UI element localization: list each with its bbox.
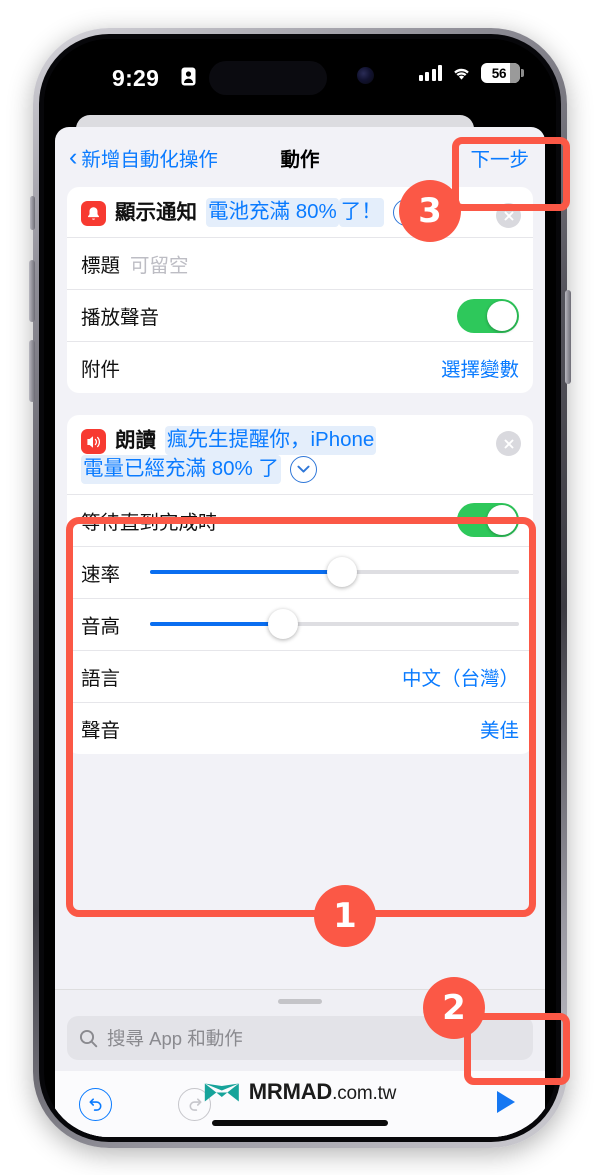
status-time: 9:29 xyxy=(112,65,160,91)
annotation-box-next-button xyxy=(452,137,570,211)
text-token[interactable]: 電池充滿 80% xyxy=(206,198,339,227)
battery-percent: 56 xyxy=(491,65,507,81)
home-indicator[interactable] xyxy=(212,1120,388,1126)
status-bar: 9:29 56 xyxy=(44,39,556,117)
search-placeholder: 搜尋 App 和動作 xyxy=(107,1028,243,1049)
watermark-text: MRMAD.com.tw xyxy=(248,1079,397,1105)
battery-indicator: 56 xyxy=(481,63,524,83)
annotation-badge-2: 2 xyxy=(423,977,485,1039)
cellular-signal-icon xyxy=(418,65,442,81)
chevron-down-icon[interactable] xyxy=(289,456,317,484)
row-play-sound[interactable]: 播放聲音 xyxy=(67,289,533,341)
watermark-domain: .com.tw xyxy=(332,1083,397,1104)
action-name: 顯示通知 xyxy=(115,201,197,224)
play-icon[interactable] xyxy=(489,1087,521,1122)
row-label: 播放聲音 xyxy=(81,307,160,330)
text-token[interactable]: 電量已經充滿 80% 了 xyxy=(81,455,281,484)
undo-icon[interactable] xyxy=(79,1087,112,1121)
page-title: 動作 xyxy=(280,148,320,171)
watermark: MRMAD.com.tw xyxy=(204,1079,396,1105)
annotation-badge-1: 1 xyxy=(314,885,376,947)
close-icon[interactable] xyxy=(496,431,521,457)
action-name: 朗讀 xyxy=(115,429,156,453)
search-icon xyxy=(79,1029,98,1047)
play-sound-toggle[interactable] xyxy=(457,298,519,333)
row-label: 標題 xyxy=(81,255,121,278)
wifi-icon xyxy=(454,68,469,80)
annotation-badge-3: 3 xyxy=(399,180,461,242)
row-label: 附件 xyxy=(81,359,121,382)
power-button[interactable] xyxy=(565,290,571,384)
chevron-left-icon: ‹ xyxy=(69,142,78,171)
back-button[interactable]: ‹ 新增自動化操作 xyxy=(69,143,218,172)
dynamic-island xyxy=(209,61,327,95)
notification-bell-icon xyxy=(81,201,106,227)
row-title[interactable]: 標題 可留空 xyxy=(67,237,533,289)
watermark-brand: MRMAD xyxy=(248,1079,333,1104)
show-notification-card[interactable]: 顯示通知 電池充滿 80% 了！ 標題 可留空 播放聲音 附件 選擇變數 xyxy=(67,187,533,394)
text-token[interactable]: 了！ xyxy=(338,198,384,227)
text-token[interactable]: 瘋先生提醒你，iPhone xyxy=(165,426,377,455)
status-indicators: 56 xyxy=(418,63,524,83)
speaker-wave-icon xyxy=(81,429,106,455)
volume-up-button[interactable] xyxy=(29,260,35,322)
front-camera-icon xyxy=(357,67,374,84)
row-attachment[interactable]: 附件 選擇變數 xyxy=(67,341,533,393)
drag-handle[interactable] xyxy=(278,999,322,1004)
select-variable-button[interactable]: 選擇變數 xyxy=(441,353,519,382)
person-lock-icon xyxy=(181,67,196,86)
volume-down-button[interactable] xyxy=(29,340,35,402)
mute-switch[interactable] xyxy=(30,196,35,230)
card-header: 朗讀 瘋先生提醒你，iPhone 電量已經充滿 80% 了 xyxy=(67,415,533,494)
back-button-label: 新增自動化操作 xyxy=(81,148,218,171)
title-input-placeholder[interactable]: 可留空 xyxy=(130,249,189,278)
annotation-box-speak-card xyxy=(66,517,536,917)
mrmad-logo-icon xyxy=(204,1083,239,1101)
